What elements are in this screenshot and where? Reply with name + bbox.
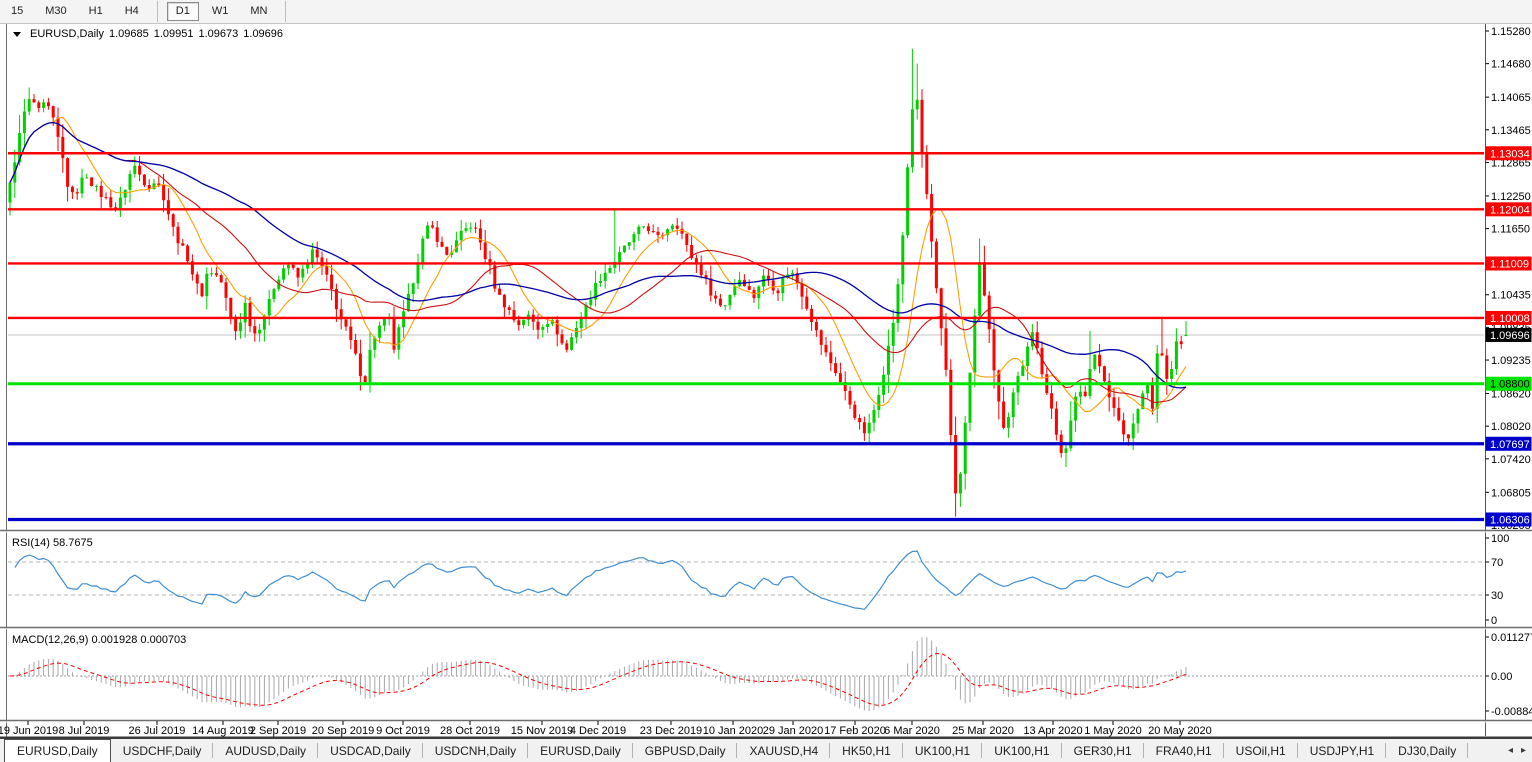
svg-text:1.12004: 1.12004 bbox=[1490, 204, 1530, 216]
price-axis-tick: 1.15280 bbox=[1491, 26, 1531, 38]
date-axis-tick: 10 Jan 2020 bbox=[703, 725, 764, 737]
svg-text:1.08800: 1.08800 bbox=[1490, 379, 1530, 391]
date-axis-tick: 19 Jun 2019 bbox=[0, 725, 58, 737]
chart-tab-usdcnh-daily[interactable]: USDCNH,Daily bbox=[423, 739, 528, 762]
date-axis-tick: 25 Mar 2020 bbox=[952, 725, 1014, 737]
date-axis-tick: 1 May 2020 bbox=[1084, 725, 1141, 737]
candlesticks-layer bbox=[9, 49, 1188, 517]
rsi-axis-tick: 0 bbox=[1491, 615, 1497, 627]
date-axis-tick: 13 Apr 2020 bbox=[1023, 725, 1082, 737]
price-axis-tick: 1.06805 bbox=[1491, 487, 1531, 499]
date-axis-tick: 20 Sep 2019 bbox=[312, 725, 374, 737]
toolbar-separator bbox=[285, 1, 286, 22]
price-axis-tick: 1.13465 bbox=[1491, 125, 1531, 137]
date-axis-tick: 15 Nov 2019 bbox=[511, 725, 573, 737]
timeframe-button-MN[interactable]: MN bbox=[241, 2, 276, 21]
price-level-badge: 1.10008 bbox=[1486, 311, 1532, 325]
price-level-badge: 1.06306 bbox=[1486, 512, 1532, 526]
rsi-axis-tick: 100 bbox=[1491, 533, 1509, 545]
price-level-badge: 1.11009 bbox=[1486, 256, 1532, 270]
rsi-axis-tick: 30 bbox=[1491, 590, 1503, 602]
chart-tab-audusd-daily[interactable]: AUDUSD,Daily bbox=[213, 739, 318, 762]
price-axis-tick: 1.09235 bbox=[1491, 355, 1531, 367]
chart-tab-fra40-h1[interactable]: FRA40,H1 bbox=[1144, 739, 1224, 762]
tabs-scroll-right-icon[interactable]: ▸ bbox=[1521, 745, 1526, 756]
chart-tab-usoil-h1[interactable]: USOil,H1 bbox=[1224, 739, 1298, 762]
price-axis-tick: 1.12250 bbox=[1491, 191, 1531, 203]
price-level-badge: 1.12004 bbox=[1486, 202, 1532, 216]
svg-text:1.10008: 1.10008 bbox=[1490, 313, 1530, 325]
price-axis-tick: 1.08020 bbox=[1491, 421, 1531, 433]
price-axis-tick: 1.14680 bbox=[1491, 59, 1531, 71]
macd-axis-tick: 0.011277 bbox=[1491, 632, 1532, 644]
symbol-dropdown-icon[interactable] bbox=[13, 32, 21, 37]
date-axis-tick: 28 Oct 2019 bbox=[440, 725, 500, 737]
date-axis-tick: 14 Aug 2019 bbox=[192, 725, 254, 737]
rsi-axis-tick: 70 bbox=[1491, 557, 1503, 569]
chart-tabs-bar: EURUSD,DailyUSDCHF,DailyAUDUSD,DailyUSDC… bbox=[0, 739, 1532, 762]
toolbar-separator bbox=[157, 1, 158, 22]
chart-tab-uk100-h1[interactable]: UK100,H1 bbox=[982, 739, 1061, 762]
svg-text:1.11009: 1.11009 bbox=[1490, 258, 1529, 270]
chart-tab-hk50-h1[interactable]: HK50,H1 bbox=[830, 739, 903, 762]
chart-tab-gbpusd-daily[interactable]: GBPUSD,Daily bbox=[633, 739, 738, 762]
date-axis-tick: 26 Jul 2019 bbox=[129, 725, 186, 737]
price-axis-tick: 1.07420 bbox=[1491, 454, 1531, 466]
price-axis: 1.152801.146801.140651.134651.128651.122… bbox=[1486, 26, 1532, 532]
svg-text:1.07697: 1.07697 bbox=[1490, 439, 1530, 451]
chart-tab-eurusd-daily[interactable]: EURUSD,Daily bbox=[528, 739, 633, 762]
chart-tab-dj30-daily[interactable]: DJ30,Daily bbox=[1386, 739, 1468, 762]
svg-text:1.09696: 1.09696 bbox=[1490, 330, 1530, 342]
date-axis: 19 Jun 20198 Jul 2019 26 Jul 2019 14 Aug 2… bbox=[0, 721, 1532, 739]
pane-separators bbox=[0, 531, 1532, 723]
chart-tab-usdcad-daily[interactable]: USDCAD,Daily bbox=[318, 739, 423, 762]
chart-tab-eurusd-daily[interactable]: EURUSD,Daily bbox=[4, 739, 111, 762]
tabs-scroll-left-icon[interactable]: ◂ bbox=[1508, 745, 1513, 756]
chart-tab-usdjpy-h1[interactable]: USDJPY,H1 bbox=[1298, 739, 1386, 762]
timeframe-button-H4[interactable]: H4 bbox=[116, 2, 148, 21]
date-axis-tick: 20 May 2020 bbox=[1148, 725, 1212, 737]
price-axis-tick: 1.14065 bbox=[1491, 92, 1531, 104]
macd-axis-tick: 0.00 bbox=[1491, 671, 1512, 683]
macd-histogram bbox=[10, 637, 1186, 711]
timeframe-button-H1[interactable]: H1 bbox=[80, 2, 112, 21]
price-level-badge: 1.07697 bbox=[1486, 437, 1532, 451]
price-chart-canvas[interactable]: 1.152801.146801.140651.134651.128651.122… bbox=[0, 0, 1532, 762]
mt4-terminal: { "toolbar": { "timeframes": ["15", "M30… bbox=[0, 0, 1532, 762]
date-axis-tick: 9 Oct 2019 bbox=[376, 725, 430, 737]
date-axis-tick: 29 Jan 2020 bbox=[763, 725, 824, 737]
svg-text:1.13034: 1.13034 bbox=[1490, 148, 1530, 160]
macd-signal-line bbox=[10, 654, 1186, 706]
chart-tab-ger30-h1[interactable]: GER30,H1 bbox=[1062, 739, 1144, 762]
price-axis-tick: 1.11650 bbox=[1491, 224, 1530, 236]
chart-tab-xauusd-h4[interactable]: XAUUSD,H4 bbox=[737, 739, 830, 762]
price-level-badge: 1.13034 bbox=[1486, 146, 1532, 160]
timeframe-button-W1[interactable]: W1 bbox=[203, 2, 238, 21]
rsi-pane: 100 70 30 0 bbox=[8, 533, 1509, 627]
svg-text:1.06306: 1.06306 bbox=[1490, 514, 1530, 526]
date-axis-tick: 8 Jul 2019 bbox=[59, 725, 110, 737]
macd-pane: 0.011277 0.00 -0.008845 bbox=[8, 632, 1532, 718]
date-axis-tick: 4 Dec 2019 bbox=[570, 725, 626, 737]
date-axis-tick: 17 Feb 2020 bbox=[824, 725, 886, 737]
date-axis-tick: 2 Sep 2019 bbox=[250, 725, 306, 737]
timeframe-toolbar: 15M30 H1H4 D1W1MN bbox=[0, 0, 1532, 24]
timeframe-button-D1[interactable]: D1 bbox=[167, 2, 199, 21]
tab-scroll-arrows: ◂▸ bbox=[1508, 739, 1526, 762]
timeframe-button-M30[interactable]: M30 bbox=[36, 2, 75, 21]
rsi-line bbox=[15, 551, 1186, 609]
chart-frame bbox=[0, 23, 1532, 737]
current-price-badge: 1.09696 bbox=[1486, 328, 1532, 342]
timeframe-button-15[interactable]: 15 bbox=[2, 2, 32, 21]
support-resistance-lines bbox=[8, 153, 1484, 519]
price-level-badge: 1.08800 bbox=[1486, 377, 1532, 391]
chart-tab-uk100-h1[interactable]: UK100,H1 bbox=[903, 739, 982, 762]
date-axis-tick: 6 Mar 2020 bbox=[884, 725, 940, 737]
date-axis-tick: 23 Dec 2019 bbox=[640, 725, 702, 737]
chart-tab-usdchf-daily[interactable]: USDCHF,Daily bbox=[111, 739, 214, 762]
price-axis-tick: 1.10435 bbox=[1491, 290, 1531, 302]
macd-axis-tick: -0.008845 bbox=[1491, 706, 1532, 718]
